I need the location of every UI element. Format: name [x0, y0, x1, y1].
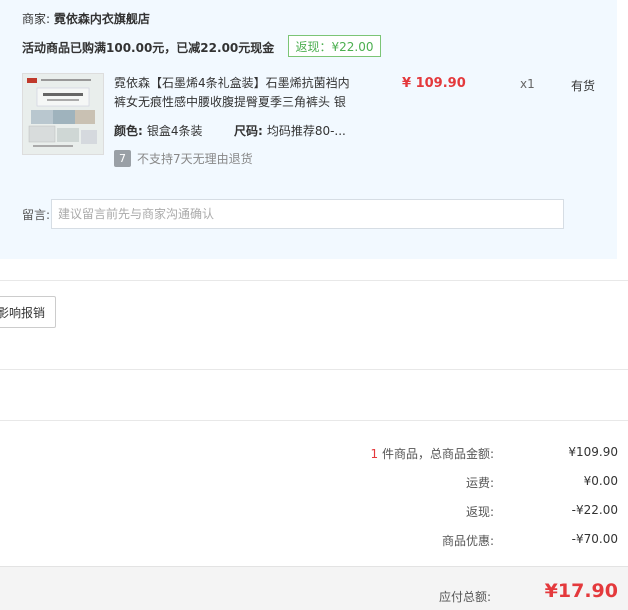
color-value: 银盒4条装	[146, 124, 203, 138]
summary-items-label: 1 件商品，总商品金额:	[370, 447, 495, 461]
total-bar: 应付总额: ¥17.90	[0, 566, 628, 610]
item-count: 1	[370, 447, 379, 461]
summary-shipping-row: 运费: ¥0.00	[318, 474, 618, 494]
total-label: 应付总额:	[438, 590, 491, 604]
cashback-label: 返现:	[465, 505, 494, 519]
return-policy: 7 不支持7天无理由退货	[114, 150, 253, 167]
summary-items-row: 1 件商品，总商品金额: ¥109.90	[318, 445, 619, 465]
summary-discount-row: 商品优惠: -¥70.00	[318, 532, 618, 552]
cashback-value: -¥22.00	[571, 503, 618, 517]
shipping-value: ¥0.00	[583, 474, 618, 488]
store-header: 商家: 霓依森内衣旗舰店	[22, 10, 150, 27]
no-return-icon: 7	[114, 150, 131, 167]
discount-value: -¥70.00	[571, 532, 618, 546]
note-label: 留言:	[22, 208, 51, 222]
cashback-badge: 返现：¥22.00	[288, 35, 381, 57]
size-value: 均码推荐80-...	[266, 124, 346, 138]
store-label: 商家:	[22, 12, 51, 26]
product-title-link[interactable]: 霓依森【石墨烯4条礼盒装】石墨烯抗菌裆内裤女无痕性感中腰收腹提臀夏季三角裤头 银	[114, 74, 350, 112]
divider	[0, 369, 628, 370]
store-name-link[interactable]: 霓依森内衣旗舰店	[54, 12, 150, 26]
divider	[0, 420, 628, 421]
shipping-label: 运费:	[465, 476, 494, 490]
size-attribute: 尺码: 均码推荐80-...	[234, 122, 346, 139]
product-image-icon	[23, 74, 103, 154]
summary-cashback-row: 返现: -¥22.00	[318, 503, 618, 523]
product-price: ¥ 109.90	[402, 76, 466, 91]
invoice-button[interactable]: 影响报销	[0, 296, 56, 328]
product-thumbnail[interactable]	[22, 73, 104, 155]
return-policy-text: 不支持7天无理由退货	[137, 152, 253, 166]
divider	[0, 280, 628, 281]
product-quantity: x1	[520, 77, 535, 91]
stock-status: 有货	[571, 79, 596, 93]
note-input[interactable]	[51, 199, 564, 229]
size-label: 尺码:	[234, 124, 263, 138]
color-attribute: 颜色: 银盒4条装	[114, 122, 202, 139]
summary-items-value: ¥109.90	[568, 445, 618, 459]
promo-text: 活动商品已购满100.00元，已减22.00元现金	[22, 41, 275, 55]
discount-label: 商品优惠:	[441, 534, 494, 548]
color-label: 颜色:	[114, 124, 143, 138]
total-amount: ¥17.90	[544, 580, 618, 602]
